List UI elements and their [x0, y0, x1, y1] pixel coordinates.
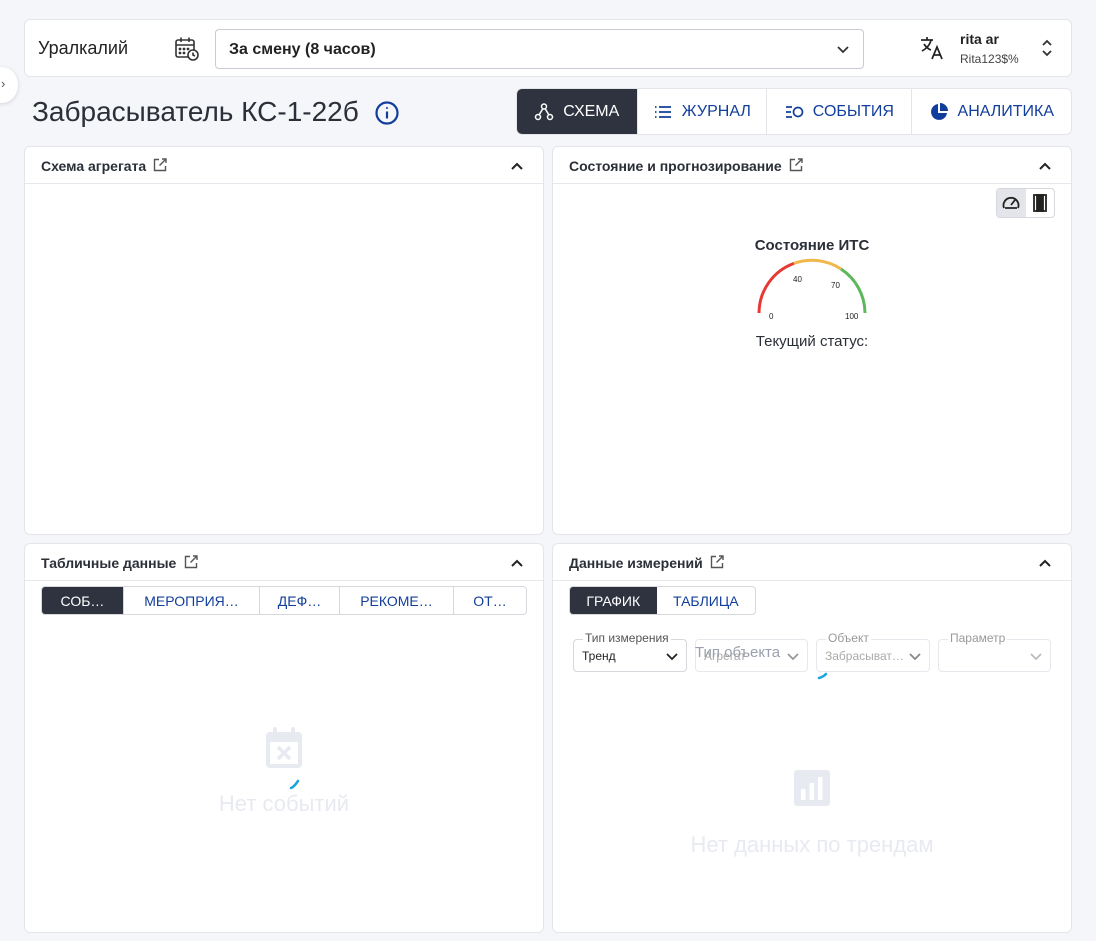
open-external-icon[interactable]: [152, 157, 168, 173]
object-type-label: Тип объекта: [695, 644, 781, 661]
table-panel: Табличные данные СОБ… МЕРОПРИЯ… ДЕФ… РЕК…: [24, 543, 544, 933]
tab-events-table[interactable]: СОБ…: [42, 587, 124, 614]
tab-analytics-label: АНАЛИТИКА: [957, 102, 1055, 120]
measure-type-select[interactable]: Тип измерения Тренд: [573, 631, 687, 672]
chevron-down-icon: [666, 653, 678, 661]
parameter-select[interactable]: Параметр: [938, 631, 1051, 672]
gauge-tick-0: 0: [769, 312, 774, 321]
gauge-tick-70: 70: [831, 281, 840, 290]
object-label: Объект: [826, 631, 871, 645]
schema-icon: [535, 102, 554, 120]
pie-chart-icon: [930, 102, 948, 120]
chevron-down-icon: [909, 653, 921, 661]
current-status-label: Текущий статус:: [755, 333, 869, 350]
no-trends-text: Нет данных по трендам: [690, 832, 934, 857]
gauge-view-button[interactable]: [997, 189, 1026, 217]
table-panel-header: Табличные данные: [25, 544, 543, 581]
no-events-text: Нет событий: [218, 791, 350, 816]
gauge-view-toggle: [996, 188, 1055, 218]
chevron-up-icon[interactable]: [1037, 158, 1053, 174]
gauge-tick-100: 100: [845, 312, 859, 321]
open-external-icon[interactable]: [788, 157, 804, 173]
tab-reports[interactable]: ОТ…: [454, 587, 526, 614]
user-login: Rita123$%: [960, 52, 1019, 66]
sidebar-toggle-handle[interactable]: ›: [0, 67, 18, 103]
chevron-down-icon: [787, 653, 799, 661]
tab-schema-label: СХЕМА: [563, 102, 620, 120]
tab-schema[interactable]: СХЕМА: [517, 89, 638, 134]
user-name: rita ar: [960, 31, 999, 47]
loading-spinner: [817, 672, 828, 680]
schema-panel-title: Схема агрегата: [41, 158, 147, 174]
chevron-up-icon[interactable]: [1037, 555, 1053, 571]
state-panel-title: Состояние и прогнозирование: [569, 158, 782, 174]
chevron-up-icon[interactable]: [509, 158, 525, 174]
tab-defects[interactable]: ДЕФ…: [260, 587, 340, 614]
top-bar: Уралкалий За смену (8 часов) rita ar Rit…: [24, 19, 1072, 77]
tab-analytics[interactable]: АНАЛИТИКА: [912, 89, 1071, 134]
state-panel: Состояние и прогнозирование Состояние ИТ…: [552, 146, 1072, 535]
bar-view-button[interactable]: [1026, 189, 1055, 217]
tab-chart[interactable]: ГРАФИК: [570, 587, 657, 614]
table-panel-title: Табличные данные: [41, 555, 177, 571]
state-gauge: 0 40 70 100: [757, 258, 867, 321]
page-title: Забрасыватель КС-1-22б: [32, 96, 359, 127]
chevron-right-icon: ›: [1, 76, 6, 91]
gauge-tick-40: 40: [793, 275, 802, 284]
schema-panel: Схема агрегата: [24, 146, 544, 535]
parameter-label: Параметр: [948, 631, 1008, 645]
measurements-panel: Данные измерений ГРАФИК ТАБЛИЦА Тип изме…: [552, 543, 1072, 933]
chevron-up-icon[interactable]: [509, 555, 525, 571]
chevron-down-icon: [1030, 653, 1042, 661]
measurements-panel-title: Данные измерений: [569, 555, 703, 571]
open-external-icon[interactable]: [183, 554, 199, 570]
organization-name: Уралкалий: [38, 38, 129, 58]
tab-recommendations[interactable]: РЕКОМЕ…: [340, 587, 454, 614]
tab-measures[interactable]: МЕРОПРИЯ…: [124, 587, 260, 614]
open-external-icon[interactable]: [709, 554, 725, 570]
measurement-mode-tabs: ГРАФИК ТАБЛИЦА: [569, 586, 756, 615]
table-sub-tabs: СОБ… МЕРОПРИЯ… ДЕФ… РЕКОМЕ… ОТ…: [41, 586, 527, 615]
object-select[interactable]: Объект Забрасыват…: [816, 631, 930, 672]
measure-type-value: Тренд: [582, 649, 616, 663]
calendar-x-icon: [266, 727, 302, 768]
list-icon: [654, 105, 671, 118]
tab-table[interactable]: ТАБЛИЦА: [657, 587, 755, 614]
loading-spinner: [289, 779, 300, 790]
bar-gauge-icon: [1032, 194, 1047, 212]
speedometer-icon: [1002, 196, 1020, 209]
unfold-icon[interactable]: [1037, 36, 1057, 60]
state-panel-header: Состояние и прогнозирование: [553, 147, 1071, 184]
events-icon: [785, 105, 804, 118]
no-events-state: Нет событий: [25, 726, 543, 817]
chevron-down-icon: [837, 46, 849, 54]
measure-type-label: Тип измерения: [583, 631, 671, 645]
period-value: За смену (8 часов): [229, 41, 376, 58]
tab-events[interactable]: СОБЫТИЯ: [767, 89, 912, 134]
view-tabs: СХЕМА ЖУРНАЛ СОБЫТИЯ АНАЛИТИКА: [516, 88, 1072, 135]
translate-icon[interactable]: [919, 35, 945, 61]
period-select[interactable]: За смену (8 часов): [215, 29, 864, 69]
tab-journal[interactable]: ЖУРНАЛ: [638, 89, 768, 134]
bar-chart-icon: [794, 770, 830, 806]
no-trends-state: Нет данных по трендам: [553, 769, 1071, 858]
tab-journal-label: ЖУРНАЛ: [681, 102, 751, 120]
calendar-clock-icon[interactable]: [174, 36, 200, 62]
measurements-panel-header: Данные измерений: [553, 544, 1071, 581]
info-icon[interactable]: [374, 100, 400, 126]
object-value: Забрасыват…: [825, 649, 904, 663]
tab-events-label: СОБЫТИЯ: [812, 102, 894, 120]
gauge-title: Состояние ИТС: [754, 237, 870, 254]
schema-panel-header: Схема агрегата: [25, 147, 543, 184]
